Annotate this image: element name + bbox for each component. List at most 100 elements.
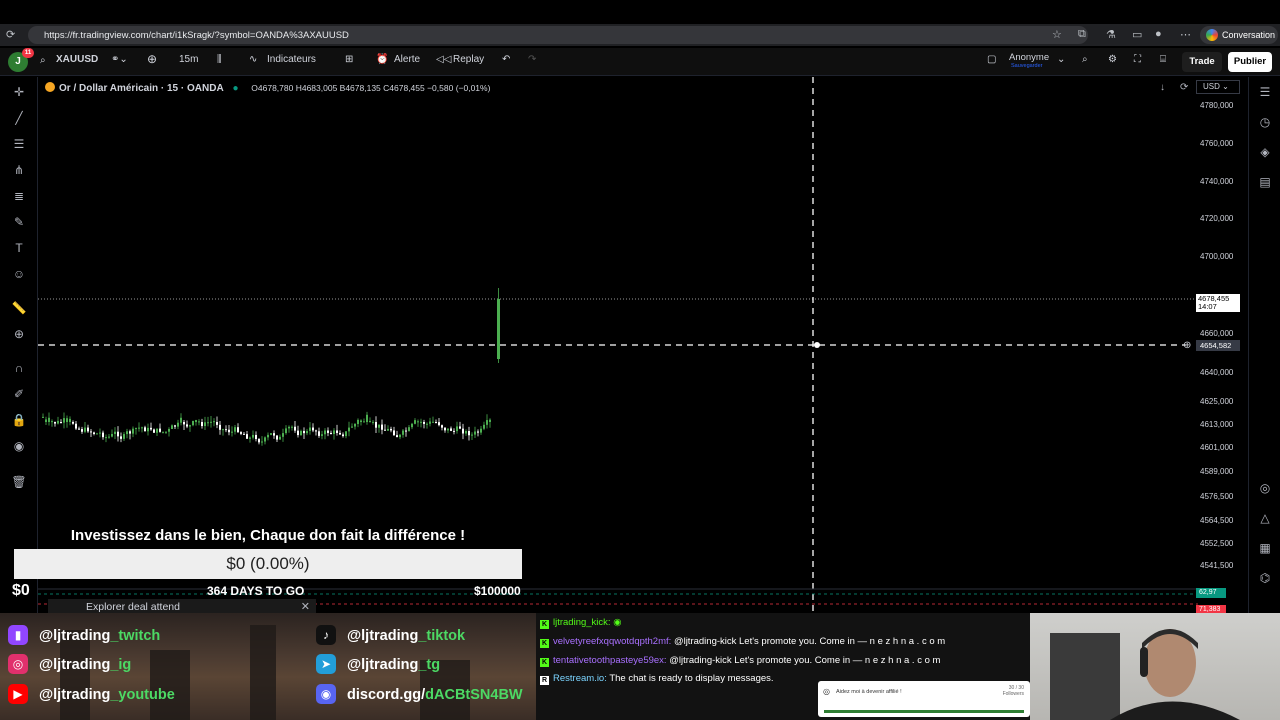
candle-type-icon[interactable]: ⫼ xyxy=(217,54,222,65)
quick-search-icon[interactable]: ⌕ xyxy=(1082,54,1088,65)
symbol-search-button[interactable]: XAUUSD xyxy=(56,54,98,65)
candle-body xyxy=(57,420,59,424)
lock-drawing-pen-icon[interactable]: ✐ xyxy=(10,387,28,405)
chat-text: @ljtrading-kick Let's promote you. Come … xyxy=(673,636,946,647)
donation-goal: $100000 xyxy=(474,584,521,598)
candle-body xyxy=(207,422,209,424)
legend-title: Or / Dollar Américain · 15 · OANDA xyxy=(59,83,224,94)
currency-select[interactable]: USD ⌄ xyxy=(1196,80,1240,94)
gold-symbol-icon xyxy=(45,82,55,92)
candle-body xyxy=(423,422,425,424)
alerts-clock-icon[interactable]: ◷ xyxy=(1256,115,1274,133)
download-icon[interactable]: ↓ xyxy=(1160,82,1165,93)
ideas-icon[interactable]: △ xyxy=(1256,511,1274,529)
candle-body xyxy=(429,421,431,424)
eye-icon[interactable]: ◉ xyxy=(10,439,28,457)
calendar-icon[interactable]: ▦ xyxy=(1256,541,1274,559)
user-name[interactable]: Anonyme xyxy=(1009,52,1049,63)
zoom-in-tool-icon[interactable]: ⊕ xyxy=(10,327,28,345)
interval-button[interactable]: 15m xyxy=(179,54,198,65)
crosshair-tool-icon[interactable]: ✛ xyxy=(10,85,28,103)
profile-icon[interactable]: ● xyxy=(1155,28,1162,40)
pitchfork-tool-icon[interactable]: ⋔ xyxy=(10,163,28,181)
publish-button[interactable]: Publier xyxy=(1228,52,1272,72)
url-field[interactable]: https://fr.tradingview.com/chart/i1kSrag… xyxy=(28,26,1088,44)
fib-tool-icon[interactable]: ≣ xyxy=(10,189,28,207)
ruler-tool-icon[interactable]: 📏 xyxy=(10,301,28,319)
refresh-icon[interactable]: ⟳ xyxy=(1180,82,1188,93)
social-handle-prefix: @ljtrading xyxy=(39,628,111,644)
kick-logo-icon: ◎ xyxy=(823,687,830,696)
candle-body xyxy=(111,433,113,437)
candle-body xyxy=(420,421,422,423)
candle-body xyxy=(432,421,434,423)
alert-button[interactable]: Alerte xyxy=(394,54,420,65)
target-icon[interactable]: ◎ xyxy=(1256,481,1274,499)
conversation-label: Conversation xyxy=(1222,30,1276,40)
candle-body xyxy=(384,429,386,431)
candle-body xyxy=(246,434,248,439)
candle-body xyxy=(177,422,179,427)
candle-body xyxy=(123,434,125,439)
candle-body xyxy=(192,420,194,426)
add-symbol-icon[interactable]: ⊕ xyxy=(147,52,157,66)
camera-icon[interactable]: ⌸ xyxy=(1160,54,1166,65)
undo-icon[interactable]: ↶ xyxy=(502,54,510,65)
horizontal-lines-tool-icon[interactable]: ☰ xyxy=(10,137,28,155)
candle-body xyxy=(81,429,83,432)
candle-body xyxy=(258,439,260,443)
candle-body xyxy=(108,436,110,438)
candle-body xyxy=(180,417,182,423)
flask-icon[interactable]: ⚗ xyxy=(1106,28,1116,41)
indicators-button[interactable]: Indicateurs xyxy=(267,54,316,65)
extensions-icon[interactable]: ⧉ xyxy=(1078,28,1086,41)
notification-badge: 11 xyxy=(22,48,34,58)
bookmark-star-icon[interactable]: ☆ xyxy=(1052,28,1062,41)
chat-message: Ktentativetoothpasteye59ex: @ljtrading-k… xyxy=(540,655,940,667)
brush-tool-icon[interactable]: ✎ xyxy=(10,215,28,233)
candle-body xyxy=(210,421,212,423)
chat-user: tentativetoothpasteye59ex: xyxy=(553,655,667,666)
trash-icon[interactable]: 🗑 xyxy=(10,475,28,493)
trendline-tool-icon[interactable]: ╱ xyxy=(10,111,28,129)
chart-legend[interactable]: Or / Dollar Américain · 15 · OANDA ● O46… xyxy=(45,82,490,94)
more-menu-icon[interactable]: ⋯ xyxy=(1180,28,1191,41)
layout-select-icon[interactable]: ▢ xyxy=(987,54,996,65)
candle-body xyxy=(372,421,374,423)
candle-body xyxy=(330,432,332,435)
lock-icon[interactable]: 🔒 xyxy=(10,413,28,431)
layers-icon[interactable]: ◈ xyxy=(1256,145,1274,163)
candle-body xyxy=(84,427,86,432)
fullscreen-icon[interactable]: ⛶ xyxy=(1134,54,1141,65)
reload-icon[interactable]: ⟳ xyxy=(6,28,15,41)
candle-body xyxy=(480,428,482,433)
candle-body xyxy=(51,421,53,423)
save-label[interactable]: Sauvegarder xyxy=(1011,63,1043,69)
watchlist-icon[interactable]: ☰ xyxy=(1256,85,1274,103)
close-icon[interactable]: ✕ xyxy=(301,600,310,613)
conversation-button[interactable]: Conversation xyxy=(1200,26,1278,44)
avatar[interactable]: J 11 xyxy=(8,48,34,72)
emoji-tool-icon[interactable]: ☺ xyxy=(10,267,28,285)
text-tool-icon[interactable]: T xyxy=(10,241,28,259)
candle-body xyxy=(390,428,392,431)
candle-body xyxy=(318,431,320,436)
chat-icon[interactable]: ▤ xyxy=(1256,175,1274,193)
replay-button[interactable]: Replay xyxy=(453,54,484,65)
social-handle-prefix: @ljtrading xyxy=(39,657,111,673)
sidebar-icon[interactable]: ▭ xyxy=(1132,28,1142,41)
donation-progress-bar: $0 (0.00%) xyxy=(14,549,522,579)
candle-body xyxy=(456,426,458,432)
signals-icon[interactable]: ⌬ xyxy=(1256,571,1274,589)
layouts-icon[interactable]: ⊞ xyxy=(345,54,353,65)
settings-icon[interactable]: ⚙ xyxy=(1108,54,1117,65)
avatar-letter: J xyxy=(15,56,21,67)
trade-button[interactable]: Trade xyxy=(1182,52,1222,72)
price-tick: 4625,000 xyxy=(1200,397,1234,406)
add-alert-plus-icon[interactable]: ⊕ xyxy=(1183,340,1191,351)
redo-icon[interactable]: ↷ xyxy=(528,54,536,65)
candle-body xyxy=(168,429,170,432)
chevron-down-icon[interactable]: ⌄ xyxy=(1057,54,1065,65)
compare-icon[interactable]: ⚭⌄ xyxy=(111,54,128,65)
magnet-tool-icon[interactable]: ∩ xyxy=(10,361,28,379)
